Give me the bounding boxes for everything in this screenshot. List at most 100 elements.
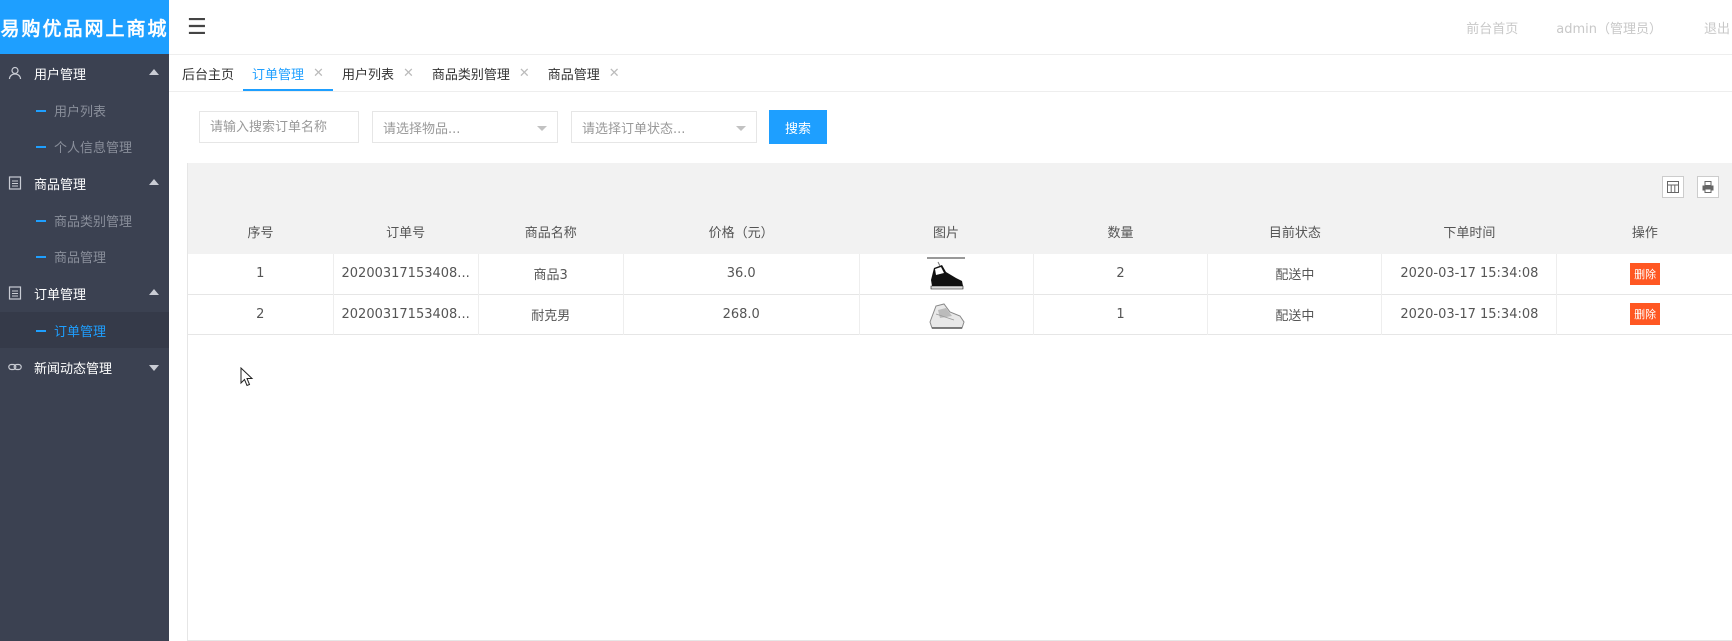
tab-goods-category[interactable]: 商品类别管理 ✕ bbox=[423, 55, 539, 91]
caret-up-icon bbox=[149, 179, 159, 185]
goods-select-value: 请选择物品... bbox=[383, 121, 461, 137]
tab-label: 后台主页 bbox=[182, 67, 235, 83]
column-header[interactable]: 图片 bbox=[859, 208, 1033, 254]
close-icon[interactable]: ✕ bbox=[403, 66, 414, 81]
cell-price: 268.0 bbox=[623, 294, 860, 334]
white-sneaker-image[interactable] bbox=[926, 296, 966, 332]
cell-actions: 删除 bbox=[1557, 254, 1732, 294]
nav-group-news: 新闻动态管理 bbox=[0, 348, 169, 386]
caret-up-icon bbox=[149, 69, 159, 75]
black-sneaker-image[interactable] bbox=[926, 256, 966, 292]
data-table: 序号 订单号 商品名称 价格（元） 图片 数量 目前状态 下单时间 操作 1 2… bbox=[188, 208, 1732, 335]
order-search-input[interactable] bbox=[199, 111, 359, 143]
sidebar-item-label: 个人信息管理 bbox=[54, 140, 133, 156]
nav-head-goods[interactable]: 商品管理 bbox=[0, 164, 169, 202]
main-content: 请选择物品... 请选择订单状态... 搜索 序号 订单号 bbox=[169, 92, 1732, 641]
column-header[interactable]: 序号 bbox=[188, 208, 333, 254]
sidebar-item-orders[interactable]: 订单管理 bbox=[0, 312, 169, 348]
cell-order-time: 2020-03-17 15:34:08 bbox=[1381, 254, 1558, 294]
filter-bar: 请选择物品... 请选择订单状态... 搜索 bbox=[199, 110, 827, 144]
cell-order-time: 2020-03-17 15:34:08 bbox=[1381, 294, 1558, 334]
tab-label: 商品管理 bbox=[547, 67, 600, 83]
cell-goods-name: 耐克男 bbox=[478, 294, 624, 334]
logout-link[interactable]: 退出 bbox=[1704, 18, 1730, 37]
cell-index: 2 bbox=[188, 294, 334, 334]
sidebar-item-goods-category[interactable]: 商品类别管理 bbox=[0, 202, 169, 238]
top-header: ☰ 前台首页 admin（管理员） 退出 bbox=[169, 0, 1732, 55]
caret-up-icon bbox=[149, 289, 159, 295]
tab-label: 用户列表 bbox=[341, 67, 394, 83]
cell-quantity: 2 bbox=[1033, 254, 1209, 294]
sidebar-item-goods[interactable]: 商品管理 bbox=[0, 238, 169, 274]
cell-order-no: 20200317153408... bbox=[333, 294, 479, 334]
delete-button[interactable]: 删除 bbox=[1630, 303, 1661, 325]
document-icon bbox=[8, 286, 22, 300]
cell-quantity: 1 bbox=[1033, 294, 1209, 334]
tab-label: 订单管理 bbox=[252, 67, 305, 83]
columns-filter-icon[interactable] bbox=[1662, 176, 1684, 198]
nav-head-label: 商品管理 bbox=[34, 177, 87, 193]
close-icon[interactable]: ✕ bbox=[313, 66, 324, 81]
print-icon[interactable] bbox=[1697, 176, 1719, 198]
nav-head-users[interactable]: 用户管理 bbox=[0, 54, 169, 92]
column-header[interactable]: 订单号 bbox=[333, 208, 478, 254]
table-row[interactable]: 1 20200317153408... 商品3 36.0 2 配送中 2020-… bbox=[188, 254, 1732, 294]
status-select-value: 请选择订单状态... bbox=[582, 121, 686, 137]
column-header[interactable]: 商品名称 bbox=[478, 208, 623, 254]
search-button[interactable]: 搜索 bbox=[769, 110, 827, 144]
cell-index: 1 bbox=[188, 254, 334, 294]
menu-toggle-icon[interactable]: ☰ bbox=[187, 15, 207, 40]
document-icon bbox=[8, 176, 22, 190]
status-select[interactable]: 请选择订单状态... bbox=[571, 111, 757, 143]
tab-user-list[interactable]: 用户列表 ✕ bbox=[333, 55, 423, 91]
order-table: 序号 订单号 商品名称 价格（元） 图片 数量 目前状态 下单时间 操作 1 2… bbox=[187, 163, 1732, 641]
column-header[interactable]: 目前状态 bbox=[1208, 208, 1382, 254]
tab-order-management[interactable]: 订单管理 ✕ bbox=[243, 55, 333, 91]
cell-goods-name: 商品3 bbox=[478, 254, 624, 294]
cell-image bbox=[859, 294, 1034, 334]
nav-head-label: 新闻动态管理 bbox=[34, 361, 113, 377]
tab-admin-home[interactable]: 后台主页 bbox=[169, 55, 243, 91]
close-icon[interactable]: ✕ bbox=[519, 66, 530, 81]
nav-group-orders: 订单管理 订单管理 bbox=[0, 274, 169, 348]
user-menu[interactable]: admin（管理员） bbox=[1556, 18, 1662, 37]
nav-group-goods: 商品管理 商品类别管理 商品管理 bbox=[0, 164, 169, 274]
site-logo[interactable]: 易购优品网上商城 bbox=[0, 0, 169, 54]
cell-status: 配送中 bbox=[1207, 294, 1383, 334]
header-right: 前台首页 admin（管理员） 退出 bbox=[1466, 0, 1732, 54]
nav-head-orders[interactable]: 订单管理 bbox=[0, 274, 169, 312]
cell-actions: 删除 bbox=[1557, 294, 1732, 334]
column-header[interactable]: 价格（元） bbox=[623, 208, 859, 254]
tab-goods-management[interactable]: 商品管理 ✕ bbox=[539, 55, 629, 91]
sidebar-item-label: 订单管理 bbox=[54, 324, 107, 340]
table-row[interactable]: 2 20200317153408... 耐克男 268.0 1 配送中 2020… bbox=[188, 294, 1732, 334]
sidebar-item-label: 商品管理 bbox=[54, 250, 107, 266]
user-icon bbox=[8, 66, 22, 80]
nav-head-label: 订单管理 bbox=[34, 287, 87, 303]
page-tabs: 后台主页 订单管理 ✕ 用户列表 ✕ 商品类别管理 ✕ 商品管理 ✕ bbox=[169, 55, 1732, 92]
close-icon[interactable]: ✕ bbox=[609, 66, 620, 81]
frontend-home-link[interactable]: 前台首页 bbox=[1466, 18, 1518, 37]
mouse-cursor-icon bbox=[240, 367, 254, 387]
sidebar-item-label: 用户列表 bbox=[54, 104, 107, 120]
sidebar-item-label: 商品类别管理 bbox=[54, 214, 133, 230]
table-toolbar bbox=[188, 163, 1732, 208]
chevron-down-icon bbox=[736, 126, 746, 131]
sidebar-item-user-list[interactable]: 用户列表 bbox=[0, 92, 169, 128]
cell-image bbox=[859, 254, 1034, 294]
nav-head-news[interactable]: 新闻动态管理 bbox=[0, 348, 169, 386]
cell-status: 配送中 bbox=[1207, 254, 1383, 294]
chevron-down-icon bbox=[537, 126, 547, 131]
nav-head-label: 用户管理 bbox=[34, 67, 87, 83]
column-header[interactable]: 数量 bbox=[1033, 208, 1208, 254]
delete-button[interactable]: 删除 bbox=[1630, 262, 1661, 285]
goods-select[interactable]: 请选择物品... bbox=[372, 111, 558, 143]
cell-price: 36.0 bbox=[623, 254, 860, 294]
tab-label: 商品类别管理 bbox=[431, 67, 510, 83]
column-header[interactable]: 操作 bbox=[1557, 208, 1732, 254]
column-header[interactable]: 下单时间 bbox=[1382, 208, 1557, 254]
sidebar-item-profile[interactable]: 个人信息管理 bbox=[0, 128, 169, 164]
nav-group-users: 用户管理 用户列表 个人信息管理 bbox=[0, 54, 169, 164]
sidebar-nav: 用户管理 用户列表 个人信息管理 商品管理 商品类别管理 商品管理 订单管理 订… bbox=[0, 54, 169, 386]
cell-order-no: 20200317153408... bbox=[333, 254, 479, 294]
